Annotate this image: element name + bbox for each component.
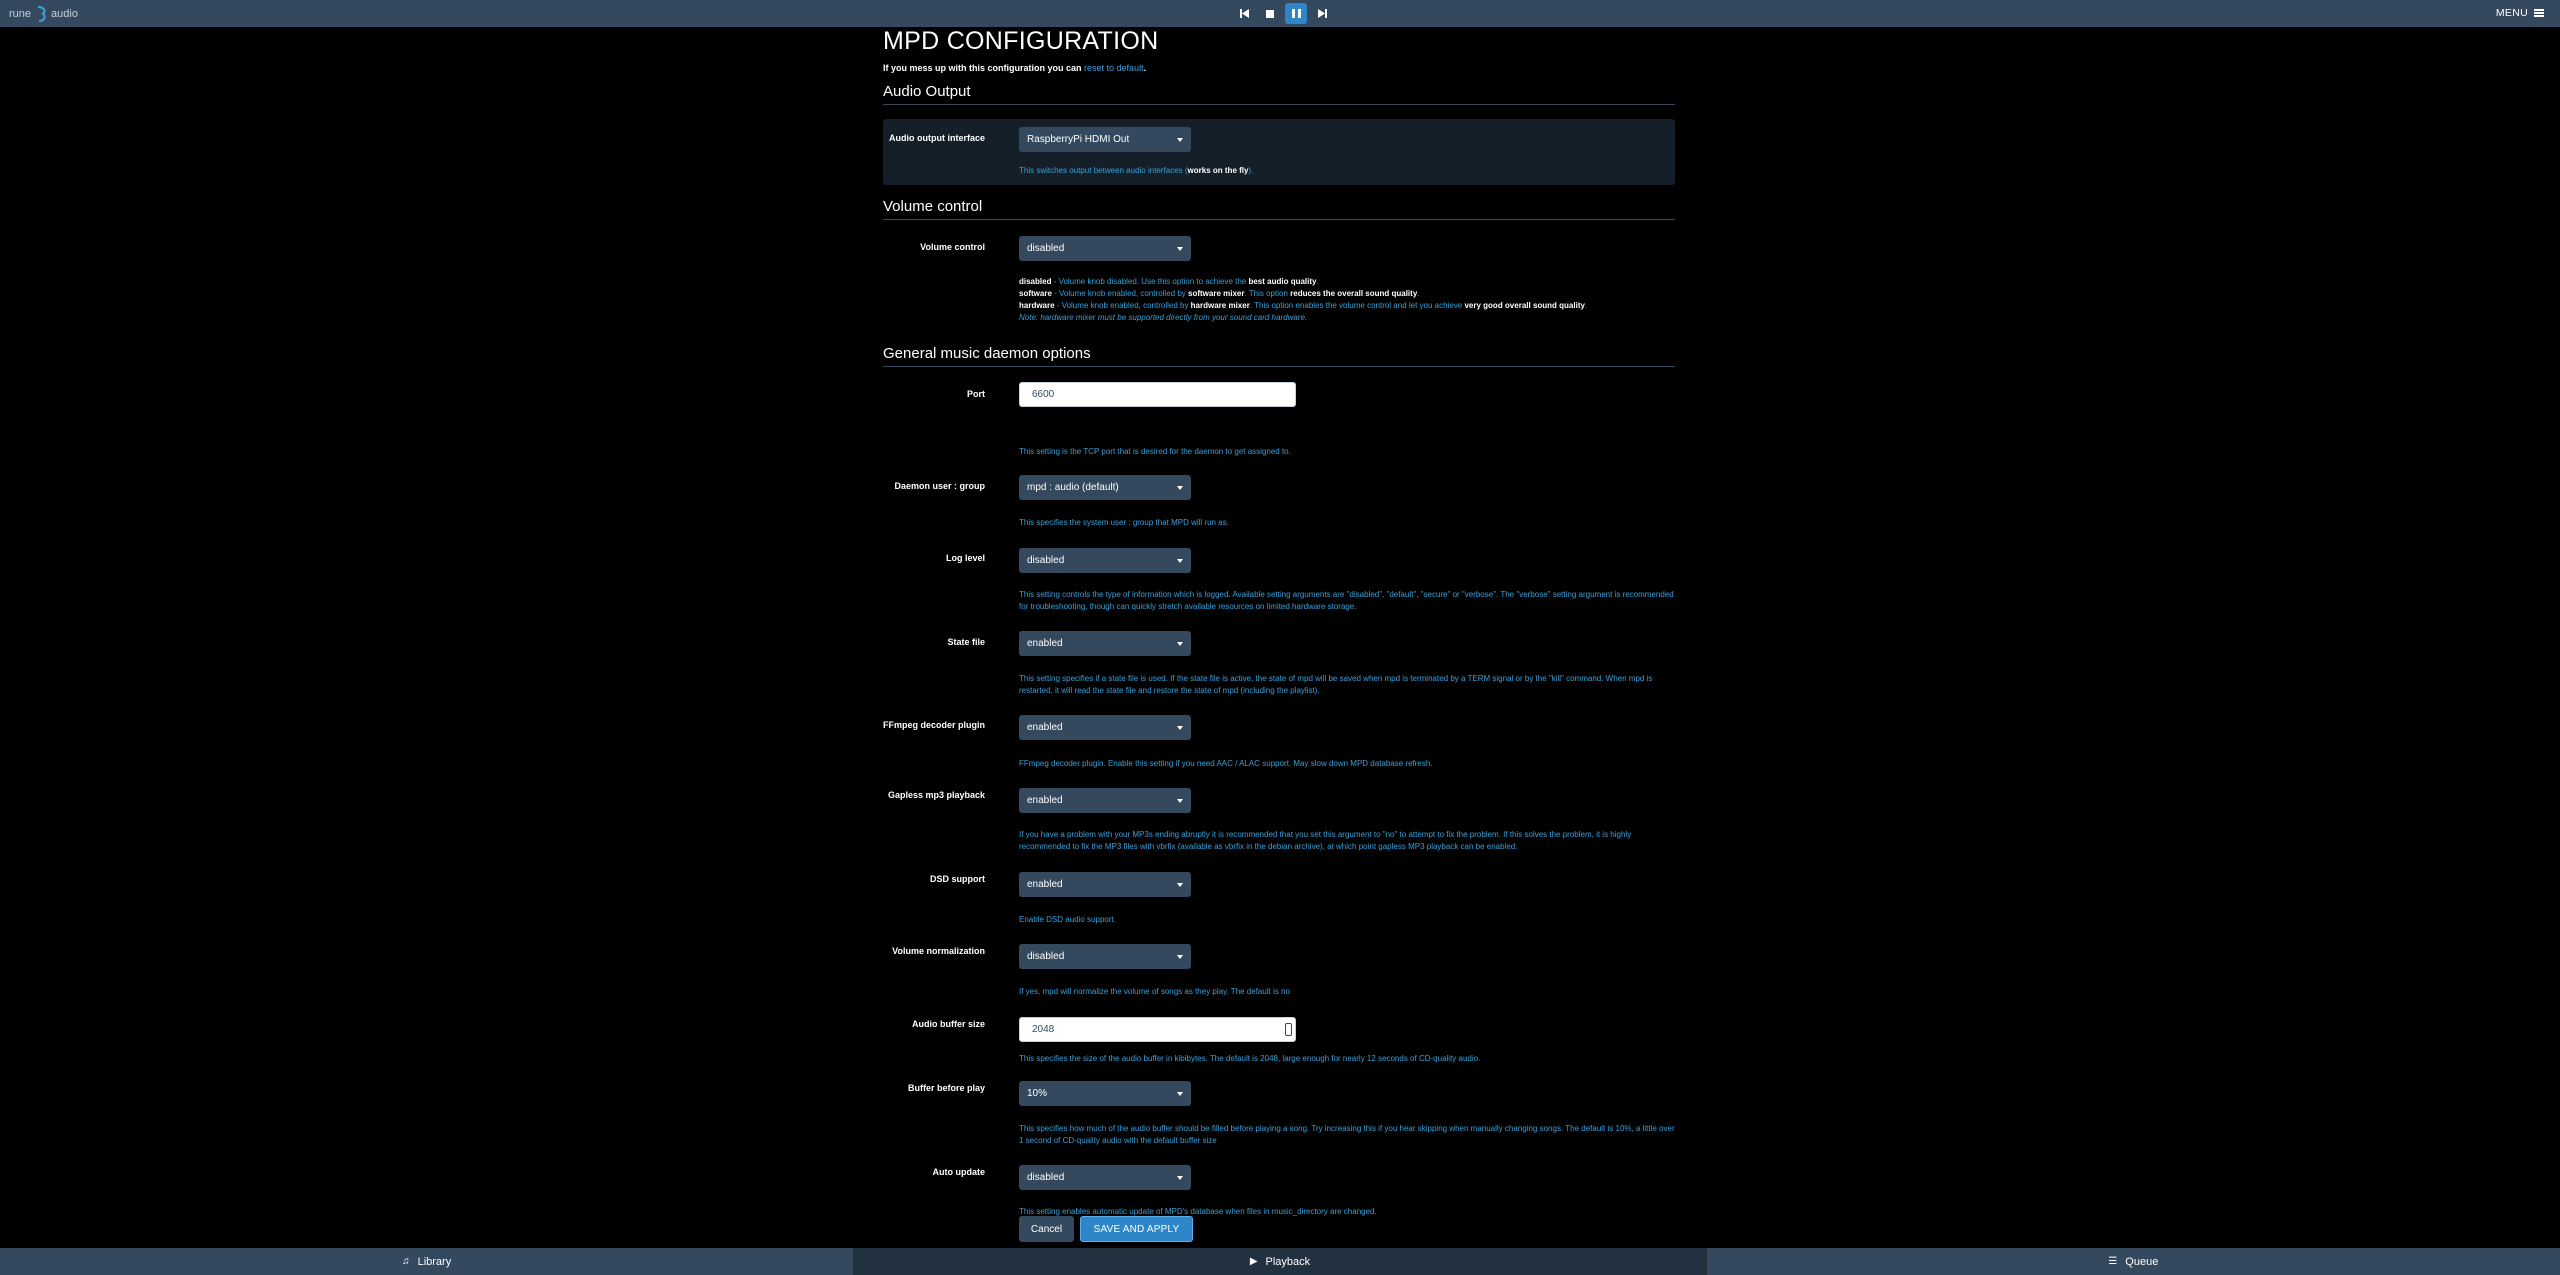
audio-output-help: This switches output between audio inter… — [1019, 166, 1254, 175]
buffer-before-play-help: This specifies how much of the audio buf… — [1019, 1124, 1675, 1145]
state-file-help: This setting specifies if a state file i… — [1019, 674, 1653, 695]
volume-normalization-help: If yes, mpd will normalize the volume of… — [1019, 987, 1290, 996]
volume-control-label: Volume control — [920, 242, 985, 252]
hamburger-icon — [2534, 9, 2544, 17]
intro-text: If you mess up with this configuration y… — [883, 63, 1147, 73]
logo-text-rune: rune — [9, 8, 32, 20]
audio-output-select[interactable]: RaspberryPi HDMI Out — [1019, 127, 1191, 152]
logo-text-audio: audio — [51, 8, 78, 20]
stop-button[interactable] — [1259, 3, 1281, 24]
log-level-select[interactable]: disabled — [1019, 548, 1191, 573]
play-icon: ▶ — [1249, 1256, 1258, 1267]
audio-buffer-help: This specifies the size of the audio buf… — [1019, 1054, 1481, 1063]
buffer-before-play-select[interactable]: 10% — [1019, 1081, 1191, 1106]
port-help: This setting is the TCP port that is des… — [1019, 447, 1291, 456]
state-file-label: State file — [947, 637, 985, 647]
caret-down-icon — [1177, 1176, 1183, 1180]
section-audio-output: Audio Output — [883, 83, 1675, 105]
playback-controls — [1233, 3, 1333, 24]
ffmpeg-help: FFmpeg decoder plugin. Enable this setti… — [1019, 759, 1433, 768]
audio-output-label: Audio output interface — [889, 133, 985, 143]
daemon-user-select[interactable]: mpd : audio (default) — [1019, 475, 1191, 500]
volume-normalization-label: Volume normalization — [892, 946, 985, 956]
audio-buffer-input[interactable]: 2048 — [1019, 1017, 1296, 1042]
cancel-button[interactable]: Cancel — [1019, 1216, 1074, 1242]
caret-down-icon — [1177, 138, 1183, 142]
page-title: MPD CONFIGURATION — [883, 27, 1159, 55]
log-level-label: Log level — [945, 553, 985, 563]
caret-down-icon — [1177, 486, 1183, 490]
tab-queue[interactable]: ☰ Queue — [1707, 1248, 2560, 1275]
pause-button[interactable] — [1285, 3, 1307, 24]
gapless-select[interactable]: enabled — [1019, 788, 1191, 813]
caret-down-icon — [1177, 247, 1183, 251]
menu-button[interactable]: MENU — [2496, 7, 2544, 19]
state-file-select[interactable]: enabled — [1019, 631, 1191, 656]
runeaudio-logo[interactable]: rune audio — [9, 5, 78, 23]
section-volume-control: Volume control — [883, 198, 1675, 220]
ffmpeg-label: FFmpeg decoder plugin — [882, 720, 985, 730]
ffmpeg-select[interactable]: enabled — [1019, 715, 1191, 740]
top-navbar: rune audio MENU — [0, 0, 2560, 27]
caret-down-icon — [1177, 642, 1183, 646]
tab-library[interactable]: ♫ Library — [0, 1248, 853, 1275]
reset-to-default-link[interactable]: reset to default — [1084, 63, 1144, 73]
menu-label: MENU — [2495, 7, 2528, 19]
volume-normalization-select[interactable]: disabled — [1019, 944, 1191, 969]
number-spinner-icon[interactable] — [1285, 1023, 1292, 1036]
port-input[interactable]: 6600 — [1019, 382, 1296, 407]
music-note-icon: ♫ — [402, 1256, 410, 1267]
caret-down-icon — [1177, 955, 1183, 959]
stop-icon — [1266, 9, 1274, 18]
caret-down-icon — [1177, 559, 1183, 563]
next-button[interactable] — [1311, 3, 1333, 24]
section-general-options: General music daemon options — [883, 345, 1675, 367]
previous-icon — [1239, 9, 1249, 18]
list-icon: ☰ — [2108, 1256, 2118, 1267]
auto-update-label: Auto update — [932, 1167, 986, 1177]
log-level-help: This setting controls the type of inform… — [1019, 590, 1674, 611]
pause-icon — [1291, 9, 1301, 18]
dsd-help: Enable DSD audio support. — [1019, 915, 1116, 924]
bottom-navbar: ♫ Library ▶ Playback ☰ Queue — [0, 1248, 2560, 1275]
dsd-label: DSD support — [930, 874, 985, 884]
port-label: Port — [967, 389, 985, 399]
caret-down-icon — [1177, 799, 1183, 803]
caret-down-icon — [1177, 726, 1183, 730]
buffer-before-play-label: Buffer before play — [907, 1083, 985, 1093]
previous-button[interactable] — [1233, 3, 1255, 24]
next-icon — [1317, 9, 1327, 18]
form-actions: Cancel SAVE AND APPLY — [1019, 1216, 1193, 1242]
auto-update-select[interactable]: disabled — [1019, 1165, 1191, 1190]
rune-logo-icon — [37, 5, 46, 23]
audio-buffer-label: Audio buffer size — [911, 1019, 985, 1029]
caret-down-icon — [1177, 883, 1183, 887]
daemon-user-help: This specifies the system user : group t… — [1019, 518, 1229, 527]
dsd-select[interactable]: enabled — [1019, 872, 1191, 897]
volume-control-help: disabled - Volume knob disabled. Use thi… — [1019, 277, 1588, 322]
save-and-apply-button[interactable]: SAVE AND APPLY — [1080, 1216, 1193, 1242]
gapless-label: Gapless mp3 playback — [887, 790, 985, 800]
tab-playback[interactable]: ▶ Playback — [853, 1248, 1707, 1275]
daemon-user-label: Daemon user : group — [894, 481, 985, 491]
volume-control-select[interactable]: disabled — [1019, 236, 1191, 261]
gapless-help: If you have a problem with your MP3s end… — [1019, 830, 1632, 851]
caret-down-icon — [1177, 1092, 1183, 1096]
